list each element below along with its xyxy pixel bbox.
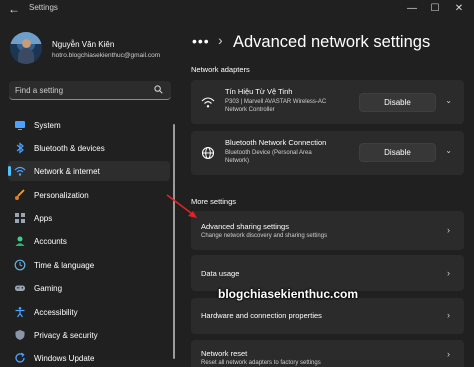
chevron-down-icon[interactable]: ⌄ xyxy=(445,96,452,105)
apps-icon xyxy=(15,213,25,223)
back-arrow-icon[interactable]: ← xyxy=(8,2,20,16)
brush-icon xyxy=(15,189,25,200)
hardware-connection-properties-row[interactable]: Hardware and connection properties › xyxy=(191,298,464,334)
user-email: hotro.blogchiasekienthuc@gmail.com xyxy=(52,52,161,59)
sidebar-item-privacy[interactable]: Privacy & security xyxy=(8,325,170,345)
sidebar-item-label: Gaming xyxy=(34,284,63,293)
row-title: Network reset xyxy=(201,349,248,358)
row-title: Data usage xyxy=(201,269,240,278)
wifi-icon xyxy=(201,97,215,108)
shield-icon xyxy=(15,330,25,340)
sidebar-scrollbar[interactable] xyxy=(173,124,175,359)
close-button[interactable]: ✕ xyxy=(452,2,466,16)
maximize-button[interactable]: ☐ xyxy=(428,2,442,16)
bluetooth-icon xyxy=(16,142,24,154)
annotation-arrow-icon xyxy=(166,194,197,218)
sidebar-item-label: Time & language xyxy=(34,261,95,270)
sidebar-item-label: Accessibility xyxy=(34,308,78,317)
chevron-right-icon: › xyxy=(447,310,450,320)
adapter-description: P303 | Marvell AVASTAR Wireless-AC xyxy=(225,99,327,105)
sidebar-item-system[interactable]: System xyxy=(8,115,170,135)
sidebar-item-time-language[interactable]: Time & language xyxy=(8,255,170,275)
app-title: Settings xyxy=(29,3,58,12)
watermark-text: blogchiasekienthuc.com xyxy=(218,287,359,301)
network-reset-row[interactable]: Network reset Reset all network adapters… xyxy=(191,340,464,367)
gamepad-icon xyxy=(15,285,25,291)
breadcrumb-separator: › xyxy=(218,32,223,48)
sidebar-item-accounts[interactable]: Accounts xyxy=(8,231,170,251)
section-heading-network-adapters: Network adapters xyxy=(191,65,250,74)
system-icon xyxy=(15,121,25,130)
sidebar-item-accessibility[interactable]: Accessibility xyxy=(8,302,170,322)
adapter-name: Bluetooth Network Connection xyxy=(225,138,327,147)
row-title: Advanced sharing settings xyxy=(201,222,289,231)
selection-indicator xyxy=(8,166,11,176)
search-box[interactable] xyxy=(9,81,171,100)
sidebar-item-network[interactable]: Network & internet xyxy=(8,161,170,181)
advanced-sharing-settings-row[interactable]: Advanced sharing settings Change network… xyxy=(191,211,464,250)
adapter-card-bluetooth[interactable]: Bluetooth Network Connection Bluetooth D… xyxy=(191,131,464,175)
adapter-description: Bluetooth Device (Personal Area xyxy=(225,150,312,156)
sidebar-item-apps[interactable]: Apps xyxy=(8,208,170,228)
data-usage-row[interactable]: Data usage › xyxy=(191,255,464,291)
breadcrumb-overflow-button[interactable]: ••• xyxy=(192,33,210,49)
sidebar-item-label: System xyxy=(34,121,61,130)
sidebar-item-personalization[interactable]: Personalization xyxy=(8,185,170,205)
accessibility-icon xyxy=(15,307,25,318)
avatar-body xyxy=(18,48,34,64)
user-name: Nguyễn Văn Kiên xyxy=(52,40,115,49)
disable-button[interactable]: Disable xyxy=(359,143,436,162)
chevron-right-icon: › xyxy=(447,268,450,278)
sidebar-item-gaming[interactable]: Gaming xyxy=(8,278,170,298)
minimize-button[interactable]: — xyxy=(405,2,419,16)
disable-button[interactable]: Disable xyxy=(359,93,436,112)
sidebar-item-label: Apps xyxy=(34,214,53,223)
sidebar-item-label: Bluetooth & devices xyxy=(34,144,105,153)
row-title: Hardware and connection properties xyxy=(201,311,322,320)
wifi-icon xyxy=(14,166,26,176)
avatar[interactable] xyxy=(10,32,42,64)
search-input[interactable] xyxy=(15,81,145,99)
adapter-name: Tín Hiệu Từ Vệ Tinh xyxy=(225,87,293,96)
title-bar: ← Settings — ☐ ✕ xyxy=(0,0,474,18)
sidebar-item-label: Windows Update xyxy=(34,354,95,363)
page-title: Advanced network settings xyxy=(233,33,431,51)
sidebar-item-windows-update[interactable]: Windows Update xyxy=(8,348,170,367)
row-subtitle: Change network discovery and sharing set… xyxy=(201,233,328,239)
sidebar-item-label: Personalization xyxy=(34,191,89,200)
adapter-description: Network) xyxy=(225,158,250,164)
sidebar-item-label: Privacy & security xyxy=(34,331,98,340)
chevron-right-icon: › xyxy=(447,349,450,359)
globe-icon xyxy=(201,146,215,160)
sidebar-item-label: Network & internet xyxy=(34,167,100,176)
adapter-card-wifi[interactable]: Tín Hiệu Từ Vệ Tinh P303 | Marvell AVAST… xyxy=(191,80,464,124)
update-icon xyxy=(15,352,25,363)
sidebar-item-label: Accounts xyxy=(34,237,67,246)
search-icon[interactable] xyxy=(154,85,163,94)
globe-clock-icon xyxy=(14,259,26,271)
sidebar-item-bluetooth[interactable]: Bluetooth & devices xyxy=(8,138,170,158)
row-subtitle: Reset all network adapters to factory se… xyxy=(201,360,321,366)
chevron-down-icon[interactable]: ⌄ xyxy=(445,146,452,155)
avatar-head xyxy=(22,39,31,48)
accounts-icon xyxy=(15,236,25,246)
chevron-right-icon: › xyxy=(447,225,450,235)
adapter-description: Network Controller xyxy=(225,107,275,113)
